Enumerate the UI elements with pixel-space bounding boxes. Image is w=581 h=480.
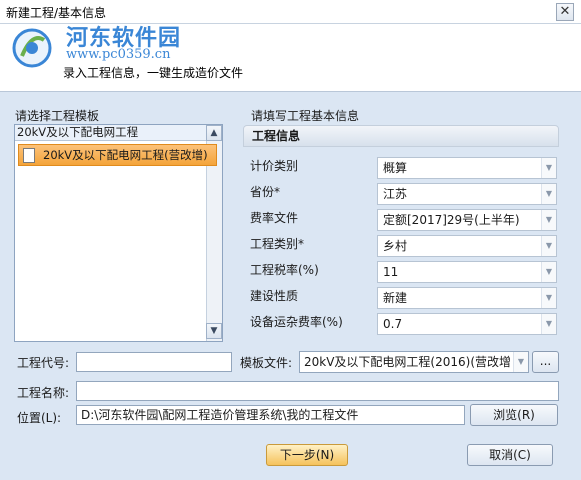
chevron-down-icon[interactable]: ▼ bbox=[541, 288, 556, 308]
chevron-down-icon[interactable]: ▼ bbox=[541, 184, 556, 204]
template-file-label: 模板文件: bbox=[240, 356, 293, 370]
cancel-button[interactable]: 取消(C) bbox=[467, 444, 553, 466]
field-label-equipment-freight-rate: 设备运杂费率(%) bbox=[250, 315, 343, 329]
location-label: 位置(L): bbox=[17, 411, 62, 425]
project-code-input[interactable] bbox=[76, 352, 232, 372]
watermark-logo-icon bbox=[12, 28, 52, 68]
chevron-down-icon[interactable]: ▼ bbox=[541, 210, 556, 230]
field-label-province: 省份* bbox=[250, 185, 281, 199]
template-list-item[interactable]: 20kV及以下配电网工程(营改增) bbox=[18, 144, 217, 166]
chevron-down-icon[interactable]: ▼ bbox=[541, 236, 556, 256]
close-button[interactable]: ✕ bbox=[556, 3, 574, 21]
province-select[interactable]: 江苏 ▼ bbox=[377, 183, 557, 205]
field-label-construction-nature: 建设性质 bbox=[250, 289, 299, 303]
watermark-url: www.pc0359.cn bbox=[66, 47, 171, 62]
field-label-rate-file: 费率文件 bbox=[250, 211, 299, 225]
pricing-type-select[interactable]: 概算 ▼ bbox=[377, 157, 557, 179]
chevron-down-icon[interactable]: ▼ bbox=[541, 262, 556, 282]
browse-button[interactable]: 浏览(R) bbox=[470, 404, 558, 426]
project-name-input[interactable] bbox=[76, 381, 559, 401]
document-icon bbox=[23, 148, 35, 163]
info-section-title: 工程信息 bbox=[243, 125, 559, 147]
project-category-select[interactable]: 乡村 ▼ bbox=[377, 235, 557, 257]
field-label-project-category: 工程类别* bbox=[250, 237, 305, 251]
chevron-down-icon[interactable]: ▼ bbox=[513, 352, 528, 372]
construction-nature-select[interactable]: 新建 ▼ bbox=[377, 287, 557, 309]
template-list[interactable]: 20kV及以下配电网工程 ▲ ▼ 20kV及以下配电网工程(营改增) bbox=[14, 124, 223, 342]
location-input[interactable]: D:\河东软件园\配网工程造价管理系统\我的工程文件 bbox=[76, 405, 465, 425]
field-label-pricing-type: 计价类别 bbox=[250, 159, 299, 173]
info-panel-label: 请填写工程基本信息 bbox=[251, 109, 360, 123]
scroll-up-icon[interactable]: ▲ bbox=[206, 125, 222, 141]
header-subtitle: 录入工程信息，一键生成造价文件 bbox=[63, 66, 244, 80]
scroll-down-icon[interactable]: ▼ bbox=[206, 323, 222, 339]
chevron-down-icon[interactable]: ▼ bbox=[541, 314, 556, 334]
template-group-header[interactable]: 20kV及以下配电网工程 bbox=[15, 125, 206, 141]
field-label-tax-rate: 工程税率(%) bbox=[250, 263, 319, 277]
template-panel-label: 请选择工程模板 bbox=[15, 109, 100, 123]
tax-rate-select[interactable]: 11 ▼ bbox=[377, 261, 557, 283]
next-button[interactable]: 下一步(N) bbox=[266, 444, 348, 466]
chevron-down-icon[interactable]: ▼ bbox=[541, 158, 556, 178]
close-icon: ✕ bbox=[559, 4, 571, 19]
project-name-label: 工程名称: bbox=[17, 386, 70, 400]
project-code-label: 工程代号: bbox=[17, 356, 70, 370]
template-file-select[interactable]: 20kV及以下配电网工程(2016)(营改增 ▼ bbox=[299, 351, 529, 373]
rate-file-select[interactable]: 定额[2017]29号(上半年) ▼ bbox=[377, 209, 557, 231]
window-title: 新建工程/基本信息 bbox=[6, 6, 107, 20]
template-item-label: 20kV及以下配电网工程(营改增) bbox=[43, 148, 208, 162]
template-browse-button[interactable]: ... bbox=[532, 351, 559, 373]
equipment-freight-rate-select[interactable]: 0.7 ▼ bbox=[377, 313, 557, 335]
